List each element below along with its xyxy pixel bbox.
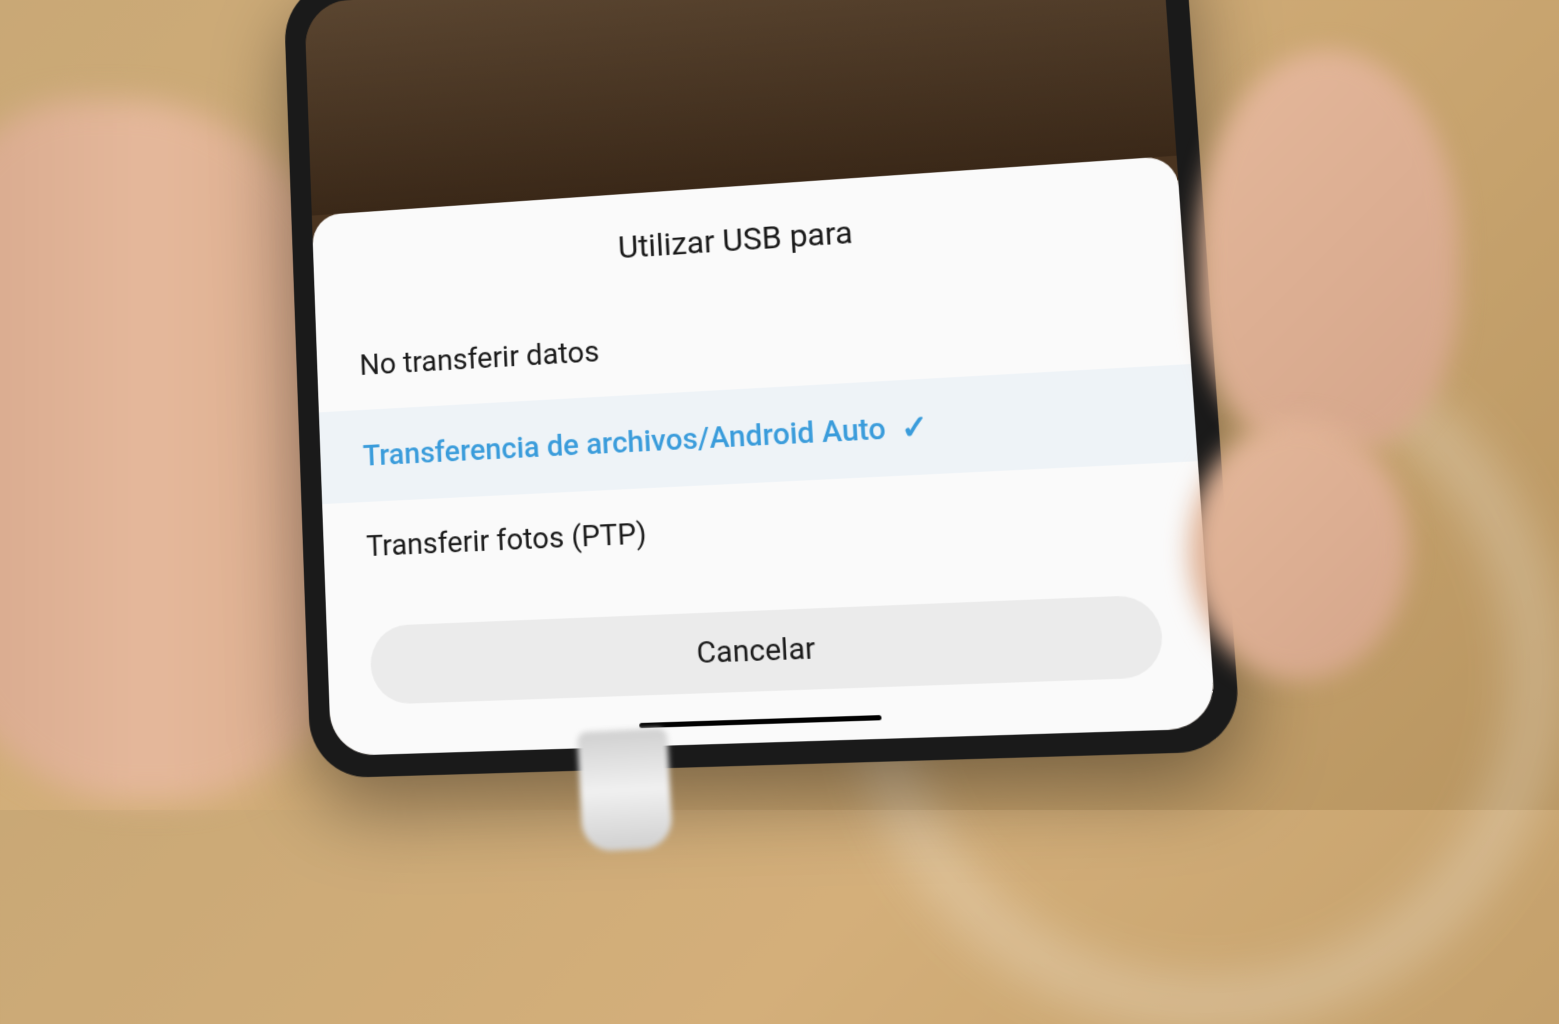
option-label: Transferencia de archivos/Android Auto [362,411,886,473]
cancel-label: Cancelar [696,631,816,671]
hand-finger-bottom [1189,420,1409,680]
hand-finger-top [1199,50,1459,450]
check-icon: ✓ [900,407,930,447]
option-label: Transferir fotos (PTP) [366,516,648,564]
cancel-button[interactable]: Cancelar [369,594,1164,704]
phone-frame: Utilizar USB para No transferir datos Tr… [283,0,1241,779]
option-label: No transferir datos [359,334,600,382]
usb-cable-plug [577,728,673,853]
phone-screen: Utilizar USB para No transferir datos Tr… [304,0,1216,756]
usb-dialog: Utilizar USB para No transferir datos Tr… [312,156,1217,756]
